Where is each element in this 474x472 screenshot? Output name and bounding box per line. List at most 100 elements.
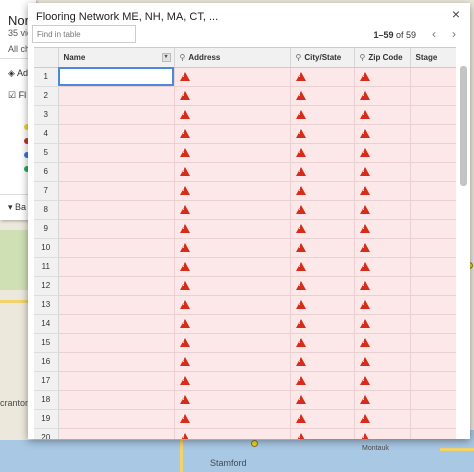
table-row[interactable]: 13 — [34, 295, 456, 315]
warning-icon[interactable] — [295, 148, 306, 158]
warning-icon[interactable] — [295, 338, 306, 348]
table-cell[interactable] — [354, 333, 411, 353]
table-row[interactable]: 14 — [34, 314, 456, 334]
table-cell[interactable] — [290, 181, 355, 201]
table-cell[interactable] — [174, 219, 291, 239]
table-row[interactable]: 2 — [34, 86, 456, 106]
warning-icon[interactable] — [295, 433, 306, 439]
table-cell[interactable] — [174, 428, 291, 439]
table-cell[interactable] — [410, 371, 456, 391]
warning-icon[interactable] — [359, 110, 370, 120]
warning-icon[interactable] — [179, 224, 190, 234]
table-cell[interactable] — [354, 200, 411, 220]
table-cell[interactable] — [410, 105, 456, 125]
table-cell[interactable] — [354, 67, 411, 87]
warning-icon[interactable] — [359, 376, 370, 386]
table-cell[interactable] — [58, 86, 175, 106]
table-cell[interactable] — [174, 333, 291, 353]
table-cell[interactable] — [410, 409, 456, 429]
table-cell[interactable] — [354, 295, 411, 315]
warning-icon[interactable] — [179, 357, 190, 367]
warning-icon[interactable] — [179, 167, 190, 177]
table-cell[interactable] — [58, 162, 175, 182]
warning-icon[interactable] — [359, 205, 370, 215]
table-cell[interactable] — [174, 276, 291, 296]
warning-icon[interactable] — [179, 91, 190, 101]
table-cell[interactable] — [174, 105, 291, 125]
table-cell[interactable] — [410, 181, 456, 201]
table-cell[interactable] — [410, 143, 456, 163]
warning-icon[interactable] — [295, 281, 306, 291]
table-cell[interactable] — [58, 352, 175, 372]
table-cell[interactable] — [58, 333, 175, 353]
table-cell[interactable] — [174, 86, 291, 106]
table-cell[interactable] — [410, 219, 456, 239]
table-cell[interactable] — [410, 238, 456, 258]
table-row[interactable]: 4 — [34, 124, 456, 144]
warning-icon[interactable] — [179, 376, 190, 386]
warning-icon[interactable] — [295, 110, 306, 120]
table-cell[interactable] — [290, 143, 355, 163]
table-cell[interactable] — [174, 181, 291, 201]
find-in-table-input[interactable] — [32, 25, 136, 43]
table-cell[interactable] — [174, 200, 291, 220]
column-header-stage[interactable]: Stage — [410, 48, 456, 68]
table-cell[interactable] — [174, 238, 291, 258]
warning-icon[interactable] — [295, 243, 306, 253]
table-cell[interactable] — [410, 295, 456, 315]
table-cell[interactable] — [174, 390, 291, 410]
table-cell[interactable] — [290, 238, 355, 258]
table-cell[interactable] — [58, 371, 175, 391]
warning-icon[interactable] — [359, 262, 370, 272]
column-header-city-state[interactable]: ⚲ City/State — [290, 48, 355, 68]
warning-icon[interactable] — [179, 262, 190, 272]
close-icon[interactable]: × — [452, 6, 460, 22]
table-cell[interactable] — [410, 200, 456, 220]
warning-icon[interactable] — [295, 262, 306, 272]
warning-icon[interactable] — [295, 72, 306, 82]
warning-icon[interactable] — [179, 243, 190, 253]
table-cell[interactable] — [354, 86, 411, 106]
table-cell[interactable] — [58, 238, 175, 258]
table-cell[interactable] — [354, 219, 411, 239]
warning-icon[interactable] — [359, 281, 370, 291]
table-cell[interactable] — [410, 67, 456, 87]
table-cell[interactable] — [290, 86, 355, 106]
table-cell[interactable] — [290, 105, 355, 125]
table-cell[interactable] — [354, 314, 411, 334]
table-row[interactable]: 9 — [34, 219, 456, 239]
table-row[interactable]: 18 — [34, 390, 456, 410]
warning-icon[interactable] — [179, 186, 190, 196]
table-row[interactable]: 12 — [34, 276, 456, 296]
table-cell[interactable] — [290, 390, 355, 410]
table-cell[interactable] — [58, 67, 175, 87]
column-header-zip-code[interactable]: ⚲ Zip Code — [354, 48, 411, 68]
add-layer-button[interactable]: ◈ Ad — [8, 68, 28, 79]
table-cell[interactable] — [58, 314, 175, 334]
table-cell[interactable] — [174, 124, 291, 144]
checkbox-icon[interactable]: ☑ — [8, 90, 16, 100]
table-cell[interactable] — [174, 409, 291, 429]
warning-icon[interactable] — [359, 148, 370, 158]
warning-icon[interactable] — [359, 224, 370, 234]
warning-icon[interactable] — [359, 91, 370, 101]
table-cell[interactable] — [58, 200, 175, 220]
table-cell[interactable] — [58, 276, 175, 296]
column-header-address[interactable]: ⚲ Address — [174, 48, 291, 68]
table-cell[interactable] — [354, 143, 411, 163]
warning-icon[interactable] — [179, 148, 190, 158]
warning-icon[interactable] — [359, 338, 370, 348]
vertical-scrollbar[interactable] — [460, 66, 467, 186]
table-cell[interactable] — [58, 257, 175, 277]
warning-icon[interactable] — [295, 376, 306, 386]
table-row[interactable]: 7 — [34, 181, 456, 201]
table-cell[interactable] — [58, 143, 175, 163]
warning-icon[interactable] — [359, 129, 370, 139]
table-cell[interactable] — [354, 276, 411, 296]
table-row[interactable]: 20 — [34, 428, 456, 439]
table-cell[interactable] — [58, 105, 175, 125]
table-cell[interactable] — [354, 124, 411, 144]
table-cell[interactable] — [174, 352, 291, 372]
warning-icon[interactable] — [359, 186, 370, 196]
table-cell[interactable] — [410, 314, 456, 334]
